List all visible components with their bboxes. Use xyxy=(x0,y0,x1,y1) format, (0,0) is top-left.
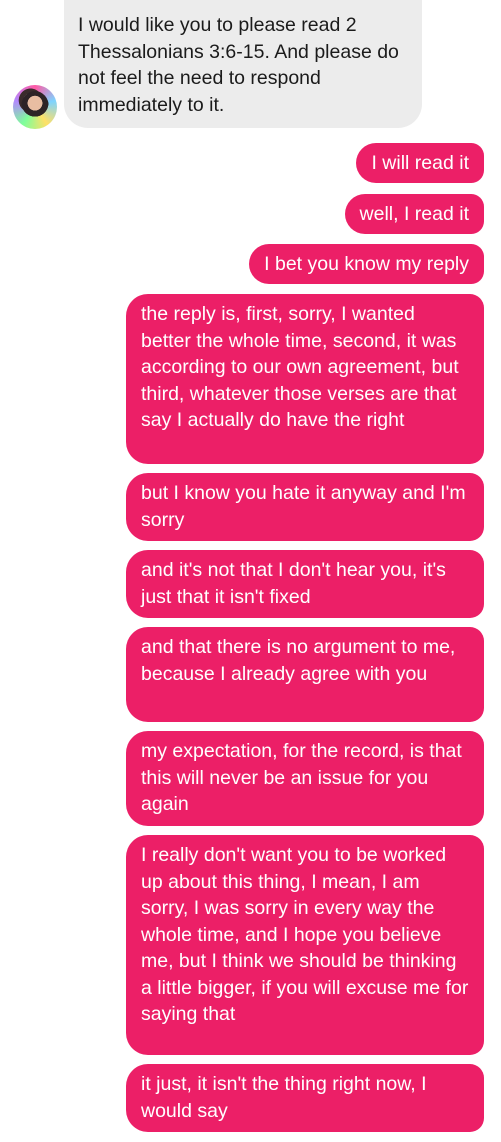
message-thread[interactable]: I would like you to please read 2 Thessa… xyxy=(0,0,501,1142)
outgoing-message-bubble[interactable]: and it's not that I don't hear you, it's… xyxy=(126,550,484,618)
message-text: and it's not that I don't hear you, it's… xyxy=(141,559,446,608)
message-text: I really don't want you to be worked up … xyxy=(141,844,469,1025)
outgoing-message-bubble[interactable]: but I know you hate it anyway and I'm so… xyxy=(126,473,484,541)
message-text: I bet you know my reply xyxy=(264,253,469,275)
outgoing-message-bubble[interactable]: the reply is, first, sorry, I wanted bet… xyxy=(126,294,484,464)
message-text: my expectation, for the record, is that … xyxy=(141,740,462,815)
message-text: and that there is no argument to me, bec… xyxy=(141,636,456,685)
message-text: it just, it isn't the thing right now, I… xyxy=(141,1073,427,1122)
outgoing-message-bubble[interactable]: it just, it isn't the thing right now, I… xyxy=(126,1064,484,1132)
message-text: I will read it xyxy=(371,152,469,174)
contact-avatar[interactable] xyxy=(13,85,57,129)
message-text: but I know you hate it anyway and I'm so… xyxy=(141,482,466,531)
message-text: the reply is, first, sorry, I wanted bet… xyxy=(141,303,459,431)
outgoing-message-bubble[interactable]: I really don't want you to be worked up … xyxy=(126,835,484,1055)
outgoing-message-bubble[interactable]: I bet you know my reply xyxy=(249,244,484,284)
message-text: well, I read it xyxy=(359,203,469,225)
outgoing-message-bubble[interactable]: my expectation, for the record, is that … xyxy=(126,731,484,826)
outgoing-message-bubble[interactable]: well, I read it xyxy=(344,194,484,234)
incoming-message-bubble[interactable]: I would like you to please read 2 Thessa… xyxy=(64,0,422,128)
message-text: I would like you to please read 2 Thessa… xyxy=(78,14,399,116)
avatar-face-icon xyxy=(21,91,49,123)
outgoing-message-bubble[interactable]: and that there is no argument to me, bec… xyxy=(126,627,484,722)
outgoing-message-bubble[interactable]: I will read it xyxy=(356,143,484,183)
